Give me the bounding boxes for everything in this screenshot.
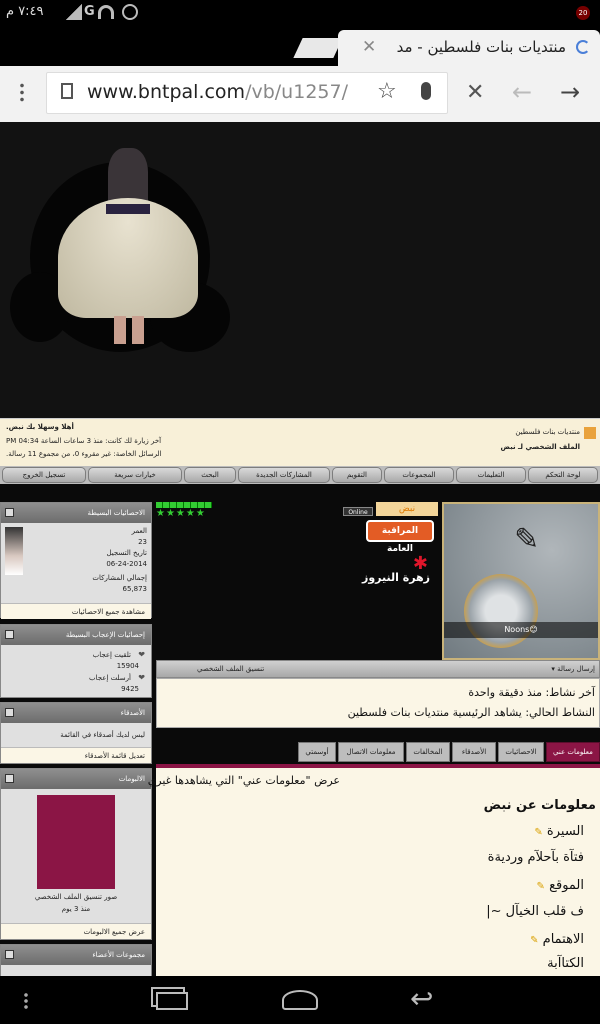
profile-actions-bar: إرسال رسالة ▾ تنسيق الملف الشخصي xyxy=(156,660,600,678)
avatar-caption: Noons😊 xyxy=(444,622,598,638)
welcome-bar: أهلا وسهلا بك نبض. آخر زيارة لك كانت: من… xyxy=(0,418,600,466)
tab-about-me[interactable]: معلومات عني xyxy=(546,742,600,762)
location-value: ف قلب الخيآل ~| xyxy=(486,904,584,919)
page-icon xyxy=(61,83,73,99)
status-bar: ٧:٤٩ م G 20 xyxy=(0,0,600,26)
nav-logout[interactable]: تسجيل الخروج xyxy=(2,467,86,483)
send-message-button[interactable]: إرسال رسالة ▾ xyxy=(551,665,595,673)
pencil-icon: ✎ xyxy=(536,881,545,892)
address-bar[interactable]: www.bntpal.com/vb/u1257/ ☆ xyxy=(46,72,448,114)
album-age: منذ 3 يوم xyxy=(61,905,91,913)
nav-groups[interactable]: المجموعات xyxy=(384,467,454,483)
album-cover[interactable] xyxy=(37,795,115,889)
forum-navbar: لوحة التحكم التعليمات المجموعات التقويم … xyxy=(0,466,600,484)
notification-badge: 20 xyxy=(576,6,590,20)
last-visit: آخر زيارة لك كانت: منذ 3 ساعات الساعة 04… xyxy=(6,437,162,445)
all-albums-link[interactable]: عرض جميع الالبومات xyxy=(1,923,151,939)
clock: ٧:٤٩ م xyxy=(6,4,44,19)
tab-medals[interactable]: أوسمتي xyxy=(298,742,336,762)
heart-icon: ❤ xyxy=(138,650,145,659)
home-icon xyxy=(584,427,596,439)
signature-image: ✱ زهرة النيروز xyxy=(362,553,431,585)
about-heading: معلومات عن نبض xyxy=(483,798,596,813)
online-badge: Online xyxy=(343,507,373,516)
nav-search[interactable]: البحث xyxy=(184,467,236,483)
collapse-icon[interactable] xyxy=(5,708,14,717)
activity-box: آخر نشاط: منذ دقيقة واحدة النشاط الحالي:… xyxy=(156,678,600,728)
breadcrumb-site[interactable]: منتديات بنات فلسطين xyxy=(515,428,580,436)
microphone-icon[interactable] xyxy=(421,82,431,100)
overflow-menu-icon[interactable] xyxy=(24,992,28,1010)
profile-style-button[interactable]: تنسيق الملف الشخصي xyxy=(197,665,264,673)
wifi-icon xyxy=(98,5,114,19)
nav-quick-links[interactable]: خيارات سريعة xyxy=(88,467,182,483)
heart-icon: ❤ xyxy=(138,673,145,682)
collapse-icon[interactable] xyxy=(5,950,14,959)
signal-icon xyxy=(66,4,82,20)
groups-panel: مجموعات الأعضاء xyxy=(0,944,152,976)
interests-value: الكتاآبة xyxy=(547,956,584,971)
albums-panel: الالبومات صور تنسيق الملف الشخصي منذ 3 ي… xyxy=(0,768,152,940)
tab-contact-info[interactable]: معلومات الاتصال xyxy=(338,742,404,762)
bio-label: السيرة ✎ xyxy=(534,824,584,839)
profile-tabs: معلومات عني الاحصائيات الأصدقاء المخالفا… xyxy=(156,742,600,764)
rating-stars: ★★★★★ xyxy=(156,508,206,519)
view-as-others-link[interactable]: عرض "معلومات عني" التي يشاهدها غيري xyxy=(148,774,340,787)
menu-dots-icon[interactable] xyxy=(20,82,24,102)
tab-statistics[interactable]: الاحصائيات xyxy=(498,742,544,762)
friends-panel: الأصدقاء ليس لديك أصدقاء في القائمة تعدي… xyxy=(0,702,152,764)
loading-spinner-icon xyxy=(576,40,590,54)
interests-label: الاهتمام ✎ xyxy=(530,932,584,947)
pencil-icon: ✎ xyxy=(534,827,543,838)
stats-panel-header: الاحصائيات البسيطة xyxy=(1,503,151,523)
headset-icon xyxy=(122,4,138,20)
system-nav-bar: ↩ xyxy=(0,976,600,1024)
stats-footer-link[interactable]: مشاهدة جميع الاحصائيات xyxy=(1,603,151,619)
likes-panel: إحصائيات الإعجاب البسيطة تلقيت إعجاب ❤ 1… xyxy=(0,624,152,698)
current-activity: النشاط الحالي: يشاهد الرئيسية منتديات بن… xyxy=(347,706,595,719)
album-name[interactable]: صور تنسيق الملف الشخصي xyxy=(1,893,151,901)
about-me-content: عرض "معلومات عني" التي يشاهدها غيري معلو… xyxy=(148,764,600,976)
back-arrow-icon[interactable]: ← xyxy=(512,78,532,106)
tab-infractions[interactable]: المخالفات xyxy=(406,742,450,762)
edit-friends-link[interactable]: تعديل قائمة الأصدقاء xyxy=(1,747,151,763)
stats-panel: الاحصائيات البسيطة العمر 23 تاريخ التسجي… xyxy=(0,502,152,619)
friends-empty: ليس لديك أصدقاء في القائمة xyxy=(1,723,151,747)
network-type: G xyxy=(84,4,95,19)
close-tab-icon[interactable]: ✕ xyxy=(362,37,376,57)
url-text: www.bntpal.com/vb/u1257/ xyxy=(87,81,348,103)
bookmark-star-icon[interactable]: ☆ xyxy=(377,79,397,104)
forum-banner xyxy=(0,122,600,418)
home-button-icon[interactable] xyxy=(282,990,318,1010)
nav-calendar[interactable]: التقويم xyxy=(332,467,382,483)
web-page: أهلا وسهلا بك نبض. آخر زيارة لك كانت: من… xyxy=(0,122,600,976)
last-activity: آخر نشاط: منذ دقيقة واحدة xyxy=(468,686,595,699)
bio-value: فتآة بآحلآم ورديةة xyxy=(487,850,584,865)
pencil-icon: ✎ xyxy=(530,935,539,946)
profile-avatar[interactable]: ✎ Noons😊 xyxy=(442,502,600,660)
username-label: نبض xyxy=(376,502,438,516)
collapse-icon[interactable] xyxy=(5,630,14,639)
forward-arrow-icon[interactable]: → xyxy=(560,78,580,106)
back-button-icon[interactable]: ↩ xyxy=(410,982,433,1015)
close-url-icon[interactable]: ✕ xyxy=(466,80,484,105)
recent-apps-icon[interactable] xyxy=(156,992,188,1010)
banner-girl-image xyxy=(58,148,198,344)
collapse-icon[interactable] xyxy=(5,774,14,783)
nav-new-posts[interactable]: المشاركات الجديدة xyxy=(238,467,330,483)
location-label: الموقع ✎ xyxy=(536,878,584,893)
nav-faq[interactable]: التعليمات xyxy=(456,467,526,483)
rank-badge: المراقبة العامة xyxy=(366,520,434,554)
welcome-greeting: أهلا وسهلا بك نبض. xyxy=(6,423,74,431)
user-thumbnail xyxy=(5,527,23,575)
tab-title: منتديات بنات فلسطين - مد xyxy=(396,38,566,56)
nav-usercp[interactable]: لوحة التحكم xyxy=(528,467,598,483)
breadcrumb-profile: الملف الشخصي لـ نبض xyxy=(500,443,580,451)
private-messages[interactable]: الرسائل الخاصة: غير مقروء 0، من مجموع 11… xyxy=(6,450,162,458)
tab-friends[interactable]: الأصدقاء xyxy=(452,742,496,762)
collapse-icon[interactable] xyxy=(5,508,14,517)
browser-tab[interactable]: ✕ منتديات بنات فلسطين - مد xyxy=(338,30,600,66)
